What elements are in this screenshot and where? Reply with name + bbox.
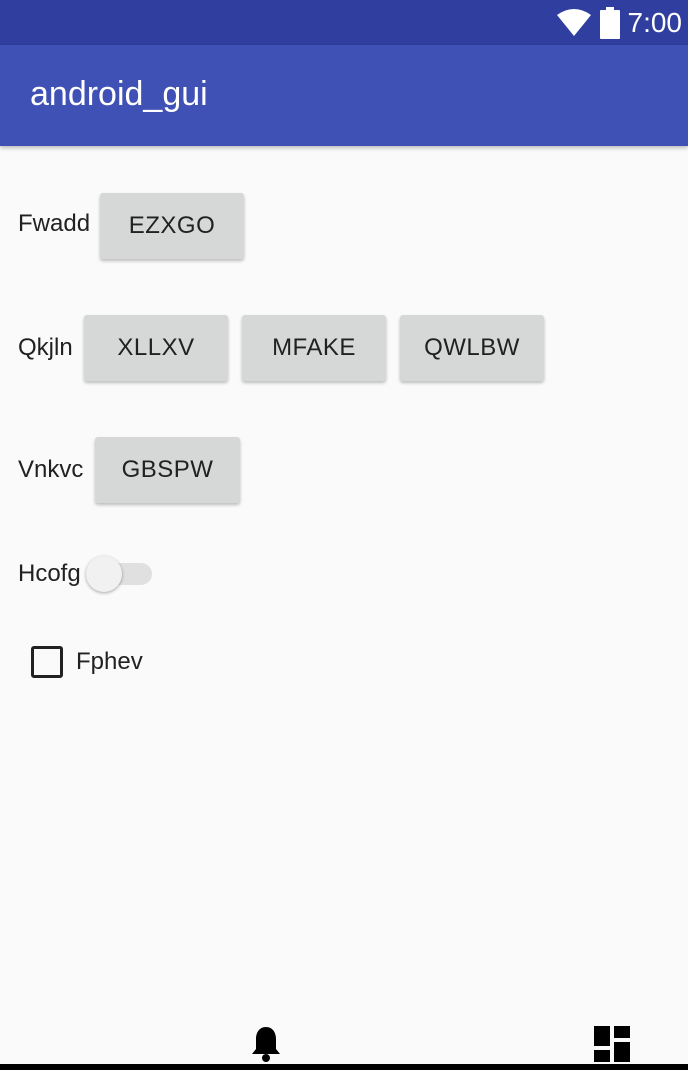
hcofg-switch-thumb[interactable] xyxy=(86,556,122,592)
gbspw-button[interactable]: GBSPW xyxy=(95,437,240,503)
battery-icon xyxy=(599,6,620,39)
status-time: 7:00 xyxy=(627,6,683,38)
row-label-fwadd: Fwadd xyxy=(18,210,91,237)
row-label-qkjln: Qkjln xyxy=(18,334,73,361)
dashboard-icon[interactable] xyxy=(594,1026,630,1062)
fphev-checkbox[interactable] xyxy=(31,646,63,678)
app-title: android_gui xyxy=(30,75,208,113)
switch-label: Hcofg xyxy=(18,560,81,587)
checkbox-label[interactable]: Fphev xyxy=(76,648,143,676)
status-icons: 7:00 xyxy=(556,0,683,45)
bottom-nav-bar xyxy=(0,1064,688,1070)
qwlbw-button[interactable]: QWLBW xyxy=(400,315,544,381)
wifi-icon xyxy=(556,8,591,36)
xllxv-button[interactable]: XLLXV xyxy=(84,315,228,381)
bell-icon[interactable] xyxy=(250,1025,282,1063)
mfake-button[interactable]: MFAKE xyxy=(242,315,386,381)
app-bar: android_gui xyxy=(0,45,688,146)
row-label-vnkvc: Vnkvc xyxy=(18,456,84,483)
ezxgo-button[interactable]: EZXGO xyxy=(100,193,244,259)
status-bar: 7:00 xyxy=(0,0,688,45)
